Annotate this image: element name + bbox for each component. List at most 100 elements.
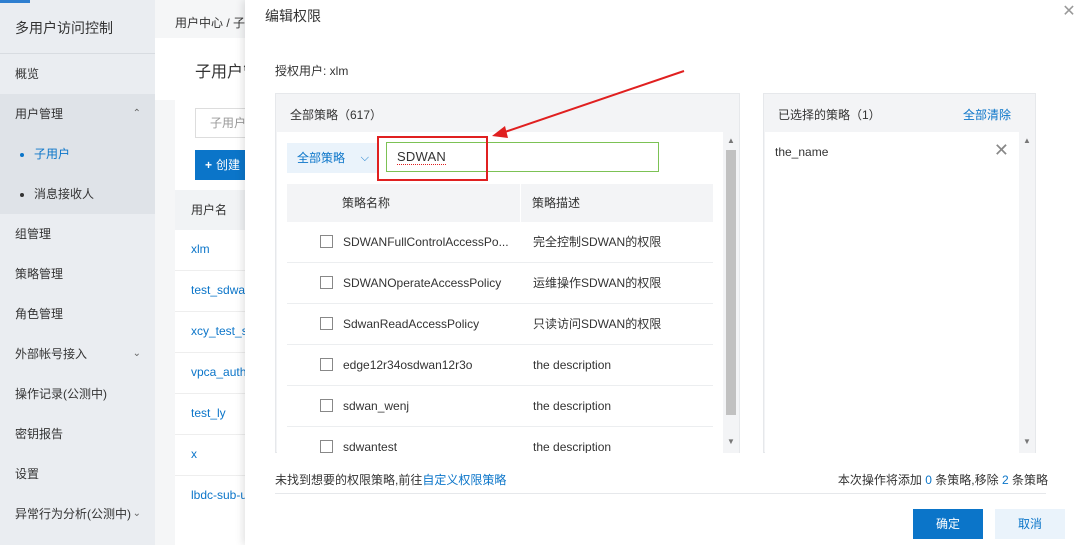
sidebar-item-operation-log[interactable]: 操作记录(公测中) (0, 374, 155, 414)
bullet-icon (20, 152, 24, 157)
sidebar-item-label: 用户管理 (15, 107, 64, 121)
policy-desc: 运维操作SDWAN的权限 (533, 276, 662, 290)
policy-row[interactable]: sdwan_wenj the description (287, 386, 713, 427)
user-row-link[interactable]: test_ly (191, 393, 226, 434)
policy-checkbox[interactable] (320, 235, 333, 248)
scrollbar-thumb[interactable] (726, 150, 736, 415)
sidebar-item-external-accounts[interactable]: 外部帐号接入 ⌄ (0, 334, 155, 374)
policy-checkbox[interactable] (320, 317, 333, 330)
add-count: 0 (925, 473, 932, 487)
sidebar-title: 多用户访问控制 (15, 20, 113, 36)
sidebar-item-label: 操作记录(公测中) (15, 387, 107, 401)
sidebar-item-label: 密钥报告 (15, 427, 64, 441)
clear-all-link[interactable]: 全部清除 (963, 106, 1011, 123)
scroll-up-icon[interactable]: ▲ (1022, 136, 1032, 146)
selected-list-scrollbar[interactable]: ▲ ▼ (1019, 132, 1035, 453)
policy-checkbox[interactable] (320, 399, 333, 412)
sidebar-item-policies[interactable]: 策略管理 (0, 254, 155, 294)
sidebar-item-groups[interactable]: 组管理 (0, 214, 155, 254)
background-page: 用户中心 / 子 子用户管理 子用户 +创建 用户名 xlm test_sdwa… (155, 0, 245, 545)
policy-desc: the description (533, 440, 612, 453)
chevron-down-icon: ⌄ (132, 508, 141, 519)
policy-row[interactable]: edge12r34osdwan12r3o the description (287, 345, 713, 386)
policy-row[interactable]: SdwanReadAccessPolicy 只读访问SDWAN的权限 (287, 304, 713, 345)
user-row-link[interactable]: test_sdwan (191, 270, 245, 311)
scroll-down-icon[interactable]: ▼ (726, 437, 736, 447)
sidebar-item-key-report[interactable]: 密钥报告 (0, 414, 155, 454)
annotation-highlight-box (377, 136, 488, 181)
policy-name: SDWANOperateAccessPolicy (343, 276, 502, 290)
policy-desc: 完全控制SDWAN的权限 (533, 235, 662, 249)
scroll-down-icon[interactable]: ▼ (1022, 437, 1032, 447)
column-header-policy-desc: 策略描述 (532, 196, 581, 210)
policy-name: edge12r34osdwan12r3o (343, 358, 473, 372)
policy-name: sdwantest (343, 440, 398, 453)
sidebar-item-anomaly-analysis[interactable]: 异常行为分析(公测中) ⌄ (0, 494, 155, 534)
policy-row[interactable]: sdwantest the description (287, 427, 713, 453)
confirm-button[interactable]: 确定 (913, 509, 983, 539)
dialog-title: 编辑权限 (265, 8, 321, 24)
custom-policy-link[interactable]: 自定义权限策略 (422, 473, 506, 487)
sidebar-top-accent (0, 0, 30, 3)
chevron-up-icon: ⌃ (132, 108, 141, 119)
policy-name: sdwan_wenj (343, 399, 410, 413)
sidebar-item-label: 组管理 (15, 227, 52, 241)
close-icon[interactable]: ✕ (1062, 2, 1076, 22)
policy-row[interactable]: SDWANOperateAccessPolicy 运维操作SDWAN的权限 (287, 263, 713, 304)
summary-mid: 条策略,移除 (931, 473, 1002, 487)
user-row-link[interactable]: xcy_test_s (191, 311, 245, 352)
sidebar-item-settings[interactable]: 设置 (0, 454, 155, 494)
sidebar-item-label: 消息接收人 (34, 187, 95, 201)
sidebar-item-sub-users[interactable]: 子用户 (0, 134, 155, 174)
cancel-button[interactable]: 取消 (995, 509, 1065, 539)
selected-policies-header: 已选择的策略（1） (778, 108, 881, 122)
policy-filter-dropdown[interactable]: 全部策略 ⌵ (287, 143, 377, 173)
summary-prefix: 本次操作将添加 (837, 473, 926, 487)
policy-desc: 只读访问SDWAN的权限 (533, 317, 662, 331)
sidebar-item-label: 外部帐号接入 (15, 347, 88, 361)
operation-summary: 本次操作将添加 0 条策略,移除 2 条策略 (838, 471, 1048, 488)
selected-policies-panel: 已选择的策略（1） 全部清除 the_name ✕ ▲ ▼ (763, 93, 1036, 453)
selected-list-area: the_name ✕ (765, 132, 1019, 453)
all-policies-header: 全部策略（617） (290, 108, 383, 122)
user-row-link[interactable]: xlm (191, 229, 210, 270)
policy-checkbox[interactable] (320, 276, 333, 289)
footer-hint: 未找到想要的权限策略,前往自定义权限策略 (275, 471, 506, 488)
policy-desc: the description (533, 358, 612, 372)
policy-name: SdwanReadAccessPolicy (343, 317, 480, 331)
column-header-username: 用户名 (175, 190, 245, 230)
policy-name: SDWANFullControlAccessPo... (343, 235, 509, 249)
sidebar-item-label: 设置 (15, 467, 40, 481)
user-search-input[interactable]: 子用户 (195, 108, 245, 138)
remove-icon[interactable]: ✕ (994, 140, 1009, 160)
sidebar: 多用户访问控制 概览 用户管理 ⌃ 子用户 消息接收人 组管理 策略管理 角色管理… (0, 0, 155, 545)
policy-table-header: 策略名称 策略描述 (287, 184, 713, 222)
edit-permissions-dialog: 编辑权限 ✕ 授权用户: xlm 全部策略（617） 全部策略 ⌵ SDWAN … (245, 0, 1076, 545)
sidebar-item-label: 概览 (15, 67, 40, 81)
selected-policy-name: the_name (775, 145, 829, 159)
sidebar-item-overview[interactable]: 概览 (0, 54, 155, 94)
summary-suffix: 条策略 (1008, 473, 1048, 487)
remove-count: 2 (1001, 473, 1009, 487)
sidebar-item-message-receivers[interactable]: 消息接收人 (0, 174, 155, 214)
policy-row[interactable]: SDWANFullControlAccessPo... 完全控制SDWAN的权限 (287, 222, 713, 263)
all-policies-panel: 全部策略（617） 全部策略 ⌵ SDWAN 策略名称 策略描述 SDWANFu… (275, 93, 740, 453)
footer-divider (275, 493, 1046, 494)
user-row-link[interactable]: x (191, 434, 197, 475)
user-row-link[interactable]: vpca_auth (191, 352, 245, 393)
user-row-link[interactable]: lbdc-sub-u (191, 475, 245, 516)
policy-checkbox[interactable] (320, 440, 333, 453)
policy-checkbox[interactable] (320, 358, 333, 371)
sidebar-item-user-management[interactable]: 用户管理 ⌃ (0, 94, 155, 134)
row-divider (175, 434, 245, 435)
scroll-up-icon[interactable]: ▲ (726, 136, 736, 146)
sidebar-item-label: 角色管理 (15, 307, 64, 321)
sidebar-item-label: 子用户 (34, 147, 71, 161)
policy-filter-label: 全部策略 (297, 151, 346, 165)
create-user-button[interactable]: + 创建 (195, 150, 245, 180)
app-root: 多用户访问控制 概览 用户管理 ⌃ 子用户 消息接收人 组管理 策略管理 角色管理… (0, 0, 1076, 545)
sidebar-item-label: 策略管理 (15, 267, 64, 281)
policy-list-scrollbar[interactable]: ▲ ▼ (723, 132, 739, 453)
sidebar-item-roles[interactable]: 角色管理 (0, 294, 155, 334)
footer-hint-text: 未找到想要的权限策略,前往 (275, 473, 423, 487)
